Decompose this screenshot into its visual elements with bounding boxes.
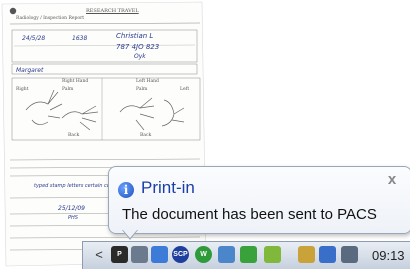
clock[interactable]: 09:13 xyxy=(372,249,405,262)
handwritten-examiner: Margaret xyxy=(16,67,44,74)
monitor-icon[interactable] xyxy=(151,246,168,263)
handwritten-signed-date: 25/12/09 xyxy=(58,205,85,212)
document-subheading: Radiology / Inspection Report xyxy=(16,16,85,21)
notification-balloon[interactable] xyxy=(108,166,410,234)
palm-label-right: Palm xyxy=(62,87,74,92)
info-icon: i xyxy=(118,182,134,198)
left-hand-label: Left Hand xyxy=(136,79,159,84)
handwritten-initials: PHS xyxy=(68,215,78,221)
network-printer-icon[interactable] xyxy=(131,246,148,263)
show-hidden-icons-button[interactable]: < xyxy=(93,247,105,263)
handwritten-date: 24/5/28 xyxy=(22,35,46,42)
printer-tray-icon[interactable]: P xyxy=(111,246,128,263)
update-icon[interactable] xyxy=(264,246,281,263)
handwritten-note: Oyk xyxy=(134,53,146,60)
back-label-left: Back xyxy=(140,133,152,138)
right-label: Right xyxy=(16,87,29,92)
document-heading: RESEARCH TRAVEL xyxy=(86,8,139,14)
scp-icon[interactable]: SCP xyxy=(172,246,189,263)
close-button[interactable]: x xyxy=(384,172,400,188)
security-icon[interactable] xyxy=(240,246,257,263)
back-label-right: Back xyxy=(68,133,80,138)
balloon-title: Print-in xyxy=(141,178,195,197)
speaker-icon[interactable] xyxy=(341,246,358,263)
balloon-tail-inner xyxy=(123,230,137,238)
balloon-message: The document has been sent to PACS xyxy=(122,206,377,223)
w-icon[interactable]: W xyxy=(195,246,212,263)
clipboard-icon[interactable] xyxy=(298,246,315,263)
right-hand-label: Right Hand xyxy=(62,79,89,84)
display-icon[interactable] xyxy=(319,246,336,263)
handwritten-patient: Christian L xyxy=(116,32,154,40)
handwritten-time: 1638 xyxy=(72,35,88,42)
network-icon[interactable] xyxy=(218,246,235,263)
handwritten-number: 787 4JO 823 xyxy=(116,43,160,51)
palm-label-left: Palm xyxy=(136,87,148,92)
left-label: Left xyxy=(180,87,190,92)
